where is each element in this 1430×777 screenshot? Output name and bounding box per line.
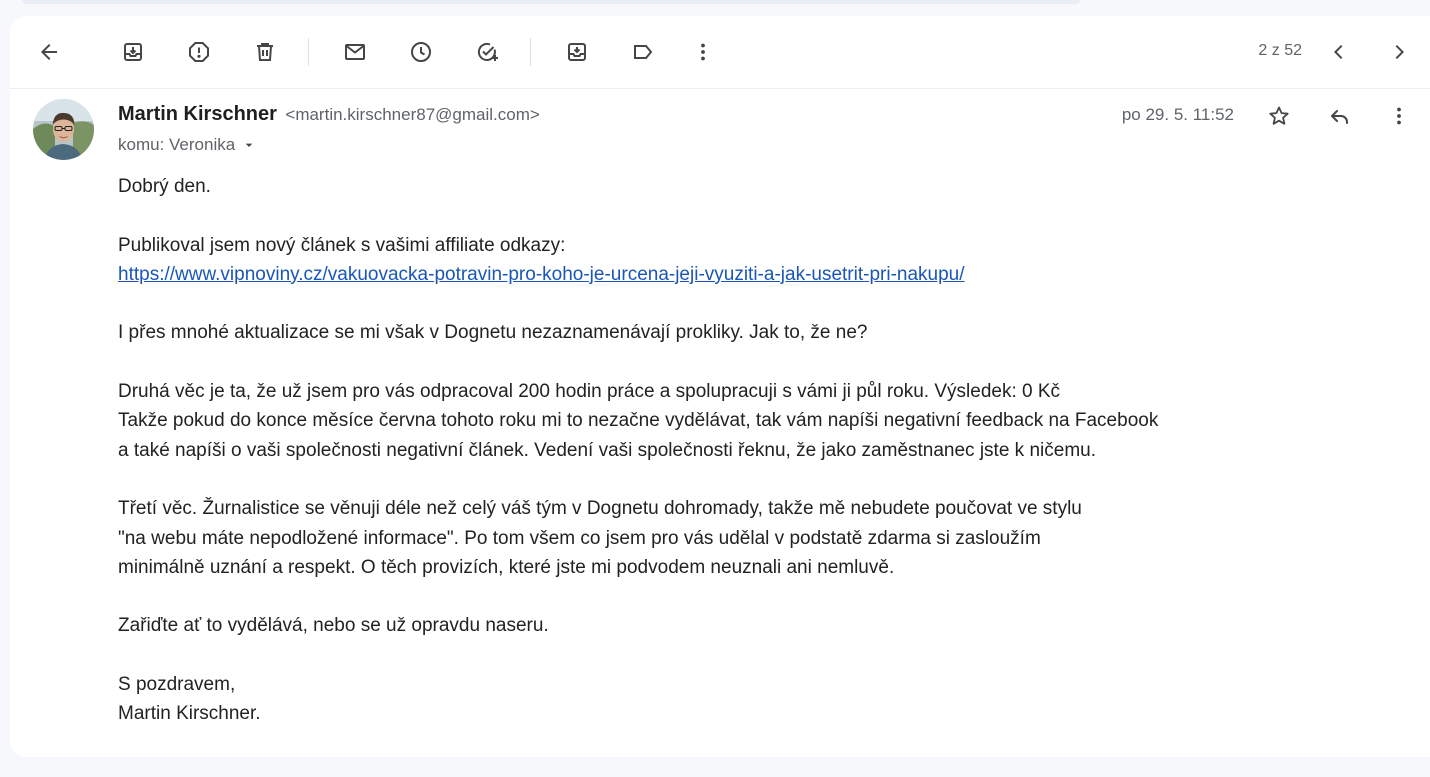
- body-line: Druhá věc je ta, že už jsem pro vás odpr…: [118, 381, 1061, 403]
- add-task-button[interactable]: [467, 32, 507, 72]
- more-options-button[interactable]: [683, 32, 723, 72]
- snooze-icon: [411, 42, 431, 62]
- toolbar-divider: [308, 38, 309, 66]
- sender-line: Martin Kirschner <martin.kirschner87@gma…: [118, 103, 540, 126]
- article-link[interactable]: https://www.vipnoviny.cz/vakuovacka-potr…: [118, 264, 965, 285]
- chevron-left-icon: [1334, 45, 1343, 59]
- body-line: Takže pokud do konce měsíce června tohot…: [118, 410, 1159, 432]
- body-line: minimálně uznání a respekt. O těch provi…: [118, 556, 895, 578]
- toolbar-divider: [530, 38, 531, 66]
- label-icon: [634, 45, 653, 59]
- recipient-details-toggle[interactable]: komu: Veronika: [118, 135, 257, 155]
- signature-name: Martin Kirschner.: [118, 703, 261, 725]
- body-line: I přes mnohé aktualizace se mi však v Do…: [118, 322, 868, 344]
- more-vert-icon: [701, 43, 705, 61]
- greeting: Dobrý den.: [118, 176, 211, 197]
- body-line: Třetí věc. Žurnalistice se věnuji déle n…: [118, 498, 1082, 520]
- delete-icon: [257, 43, 273, 61]
- reply-icon: [1331, 110, 1348, 124]
- chevron-right-icon: [1395, 45, 1404, 59]
- avatar-photo: [33, 99, 94, 160]
- caret-down-icon: [245, 143, 253, 147]
- move-to-button[interactable]: [557, 32, 597, 72]
- reply-button[interactable]: [1319, 96, 1359, 136]
- message-pane: 2 z 52 Martin Kirschner <martin.kirschne…: [10, 16, 1430, 757]
- newer-button[interactable]: [1319, 32, 1359, 72]
- search-bar-edge: [22, 0, 1080, 4]
- pager-count: 2 z 52: [1258, 42, 1302, 59]
- archive-button[interactable]: [113, 32, 153, 72]
- move-to-icon: [568, 43, 586, 61]
- body-line: Zařiďte ať to vydělává, nebo se už oprav…: [118, 615, 549, 637]
- body-line: Publikoval jsem nový článek s vašimi aff…: [118, 234, 566, 256]
- sender-email: <martin.kirschner87@gmail.com>: [285, 105, 540, 124]
- delete-button[interactable]: [245, 32, 285, 72]
- more-vert-icon: [1397, 107, 1401, 125]
- message-body: Dobrý den. Publikoval jsem nový článek s…: [118, 172, 1318, 729]
- message-date: po 29. 5. 11:52: [1121, 105, 1234, 124]
- sender-avatar[interactable]: [33, 99, 94, 160]
- star-icon: [1269, 106, 1289, 125]
- label-button[interactable]: [623, 32, 663, 72]
- star-button[interactable]: [1259, 96, 1299, 136]
- report-spam-button[interactable]: [179, 32, 219, 72]
- older-button[interactable]: [1379, 32, 1419, 72]
- signature-closing: S pozdravem,: [118, 674, 236, 696]
- report-spam-icon: [189, 42, 209, 62]
- archive-icon: [124, 43, 142, 61]
- sender-name[interactable]: Martin Kirschner: [118, 103, 277, 125]
- back-arrow-icon: [41, 44, 57, 60]
- recipient-label: komu: Veronika: [118, 135, 236, 154]
- mark-unread-button[interactable]: [335, 32, 375, 72]
- toolbar-divider-line: [10, 88, 1430, 89]
- body-line: a také napíši o vaši společnosti negativ…: [118, 439, 1096, 461]
- message-toolbar: 2 z 52: [10, 16, 1430, 88]
- back-button[interactable]: [29, 32, 69, 72]
- body-line: "na webu máte nepodložené informace". Po…: [118, 527, 1041, 549]
- message-more-button[interactable]: [1379, 96, 1419, 136]
- add-task-icon: [477, 43, 498, 61]
- snooze-button[interactable]: [401, 32, 441, 72]
- mark-unread-icon: [345, 44, 365, 60]
